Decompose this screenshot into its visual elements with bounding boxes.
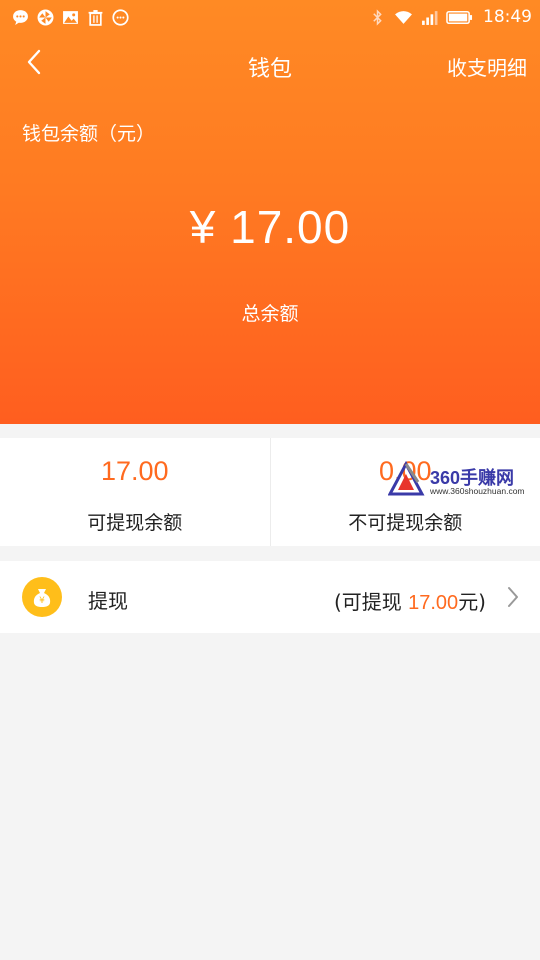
withdrawable-balance: 17.00 可提现余额 xyxy=(0,438,270,546)
chat-icon xyxy=(13,9,28,25)
withdraw-available-info: (可提现 17.00元) xyxy=(334,586,486,615)
notification-icons xyxy=(12,8,129,26)
system-icons: 18:49 xyxy=(369,7,532,27)
status-time: 18:49 xyxy=(483,7,532,27)
watermark: 360手赚网 www.360shouzhuan.com xyxy=(388,460,538,500)
emoji-icon xyxy=(112,8,129,26)
svg-text:¥: ¥ xyxy=(39,596,45,606)
total-balance-label: 总余额 xyxy=(241,303,299,325)
money-bag-icon: ¥ xyxy=(22,577,62,617)
withdraw-info-prefix: (可提现 xyxy=(333,590,409,614)
pinwheel-icon xyxy=(37,9,54,25)
battery-icon xyxy=(446,10,473,24)
chevron-right-icon xyxy=(508,587,518,607)
wallet-header: 18:49 钱包 收支明细 钱包余额（元） ¥ 17.00 总余额 xyxy=(0,0,540,424)
withdraw-label: 提现 xyxy=(88,589,128,613)
wifi-icon xyxy=(395,10,412,24)
withdraw-row[interactable]: ¥ 提现 (可提现 17.00元) xyxy=(0,561,540,633)
bluetooth-icon xyxy=(373,8,382,26)
image-icon xyxy=(63,10,78,24)
withdraw-info-suffix: 元) xyxy=(458,590,486,614)
transaction-details-link[interactable]: 收支明细 xyxy=(447,52,527,81)
withdrawable-value: 17.00 xyxy=(100,456,169,486)
balance-amount: ¥ 17.00 xyxy=(189,201,351,253)
signal-icon xyxy=(422,10,438,25)
non-withdrawable-label: 不可提现余额 xyxy=(348,512,463,534)
trash-icon xyxy=(88,9,103,26)
withdrawable-label: 可提现余额 xyxy=(87,512,183,534)
status-bar: 18:49 xyxy=(0,0,540,34)
watermark-logo-icon xyxy=(388,460,425,496)
balance-label: 钱包余额（元） xyxy=(22,123,156,145)
watermark-url: www.360shouzhuan.com xyxy=(430,486,525,496)
nav-bar: 钱包 收支明细 xyxy=(0,40,540,90)
withdraw-available-amount: 17.00 xyxy=(408,592,459,614)
